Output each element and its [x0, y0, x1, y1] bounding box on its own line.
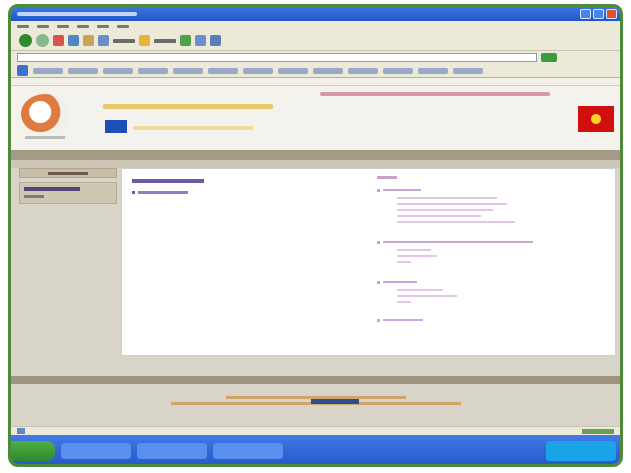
content-title[interactable] [132, 179, 204, 183]
address-input[interactable] [17, 53, 537, 62]
menu-view[interactable] [57, 24, 69, 28]
group-link[interactable] [397, 249, 431, 251]
back-icon[interactable] [19, 34, 32, 47]
links-item[interactable] [243, 67, 273, 74]
go-button[interactable] [541, 53, 557, 62]
links-strip [11, 78, 620, 86]
links-item[interactable] [278, 67, 308, 74]
eu-flag-icon [105, 120, 127, 133]
site-footer [11, 384, 620, 426]
group-link[interactable] [397, 203, 507, 205]
links-item[interactable] [68, 67, 98, 74]
links-item[interactable] [33, 67, 63, 74]
maximize-button[interactable] [593, 9, 604, 19]
refresh-icon[interactable] [68, 35, 79, 46]
sidebar-tab-label [48, 171, 88, 175]
links-bar [11, 64, 620, 78]
favorites-label [154, 38, 176, 43]
site-tagline [103, 104, 273, 109]
links-item[interactable] [313, 67, 343, 74]
links-item[interactable] [208, 67, 238, 74]
group-label[interactable] [383, 281, 417, 283]
search-icon[interactable] [98, 35, 109, 46]
security-zone [582, 428, 614, 434]
group-link[interactable] [397, 215, 481, 217]
history-icon[interactable] [180, 35, 191, 46]
header-band [11, 150, 620, 160]
taskbar-button[interactable] [137, 443, 207, 459]
title-bar [11, 7, 620, 21]
ie-logo-icon [17, 65, 28, 76]
bullet-icon [377, 281, 380, 284]
close-button[interactable] [606, 9, 617, 19]
group-link[interactable] [397, 197, 497, 199]
bullet-icon [377, 241, 380, 244]
group-label[interactable] [383, 189, 421, 191]
links-item[interactable] [173, 67, 203, 74]
nav-band [11, 160, 620, 168]
address-bar [11, 51, 620, 64]
standard-toolbar [11, 31, 620, 51]
sidebar-item[interactable] [19, 182, 117, 204]
sidebar [19, 168, 117, 368]
site-header [11, 86, 620, 150]
menu-file[interactable] [17, 24, 29, 28]
content-link[interactable] [138, 191, 188, 194]
menu-edit[interactable] [37, 24, 49, 28]
browser-frame [8, 4, 623, 467]
footer-band [11, 376, 620, 384]
page-viewport [11, 86, 620, 426]
sidebar-tab[interactable] [19, 168, 117, 178]
favorites-icon[interactable] [139, 35, 150, 46]
home-icon[interactable] [83, 35, 94, 46]
sidebar-item-label [24, 187, 80, 191]
main-content [121, 168, 616, 356]
links-item[interactable] [138, 67, 168, 74]
group-link[interactable] [397, 221, 515, 223]
menu-tools[interactable] [97, 24, 109, 28]
sidebar-item-meta [24, 195, 44, 198]
group-link[interactable] [397, 261, 411, 263]
group-link[interactable] [397, 209, 493, 211]
macedonian-flag-icon [578, 106, 614, 132]
menu-help[interactable] [117, 24, 129, 28]
eu-text [133, 126, 253, 130]
group-link[interactable] [397, 289, 443, 291]
footer-badge[interactable] [311, 399, 359, 404]
mail-icon[interactable] [195, 35, 206, 46]
group-link[interactable] [397, 295, 457, 297]
links-item[interactable] [383, 67, 413, 74]
links-item[interactable] [453, 67, 483, 74]
bullet-icon [377, 319, 380, 322]
bullet-icon [377, 189, 380, 192]
group-label[interactable] [383, 319, 423, 321]
search-label [113, 38, 135, 43]
taskbar [11, 435, 620, 464]
page-status-icon [17, 428, 25, 434]
site-logo[interactable] [21, 94, 69, 134]
links-item[interactable] [103, 67, 133, 74]
group-link[interactable] [397, 255, 437, 257]
logo-caption [25, 136, 65, 139]
start-button[interactable] [11, 441, 55, 461]
taskbar-button[interactable] [213, 443, 283, 459]
links-item[interactable] [348, 67, 378, 74]
bullet-icon [132, 191, 135, 194]
menu-favorites[interactable] [77, 24, 89, 28]
right-heading [377, 176, 397, 179]
print-icon[interactable] [210, 35, 221, 46]
system-tray [546, 441, 616, 461]
group-link[interactable] [397, 301, 411, 303]
forward-icon[interactable] [36, 34, 49, 47]
browser-status-bar [11, 426, 620, 435]
window-title [17, 12, 137, 16]
stop-icon[interactable] [53, 35, 64, 46]
menu-bar [11, 21, 620, 31]
links-item[interactable] [418, 67, 448, 74]
window-controls [580, 9, 620, 19]
taskbar-button[interactable] [61, 443, 131, 459]
top-links[interactable] [320, 92, 550, 96]
minimize-button[interactable] [580, 9, 591, 19]
group-label[interactable] [383, 241, 533, 243]
